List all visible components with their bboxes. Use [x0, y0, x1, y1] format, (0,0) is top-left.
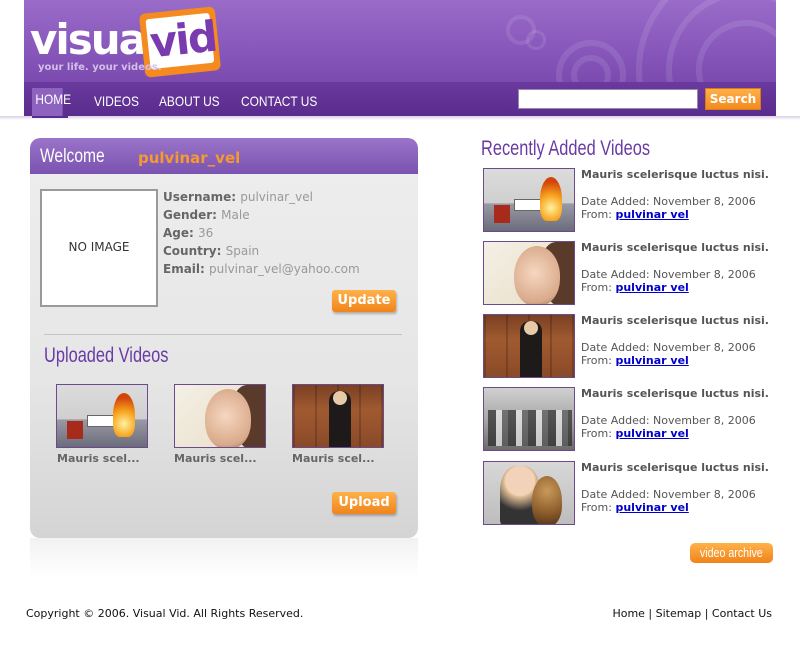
copyright-text: Copyright © 2006. Visual Vid. All Rights… — [26, 607, 304, 620]
recent-video-title[interactable]: Mauris scelerisque luctus nisi. — [581, 241, 771, 254]
recent-video-thumb[interactable] — [483, 387, 575, 451]
footer-links: Home | Sitemap | Contact Us — [612, 607, 772, 620]
recent-video-title[interactable]: Mauris scelerisque luctus nisi. — [581, 314, 771, 327]
uploaded-video-thumb[interactable] — [292, 384, 384, 448]
recent-video-from: From: pulvinar vel — [581, 354, 689, 367]
search-button[interactable]: Search — [705, 88, 761, 110]
recent-video-item: Mauris scelerisque luctus nisi. Date Add… — [483, 168, 783, 234]
upload-button[interactable]: Upload — [332, 492, 396, 514]
welcome-panel: Welcome pulvinar_vel NO IMAGE Username: … — [30, 138, 418, 538]
recent-video-date: Date Added: November 8, 2006 — [581, 414, 756, 427]
uploaded-video-thumb[interactable] — [174, 384, 266, 448]
recent-video-item: Mauris scelerisque luctus nisi. Date Add… — [483, 387, 783, 453]
recent-video-date: Date Added: November 8, 2006 — [581, 195, 756, 208]
recent-video-title[interactable]: Mauris scelerisque luctus nisi. — [581, 461, 771, 474]
profile-country: Country: Spain — [163, 244, 260, 258]
footer-contact-link[interactable]: Contact Us — [712, 607, 772, 620]
nav-home[interactable]: HOME — [32, 88, 71, 116]
recent-video-thumb[interactable] — [483, 168, 575, 232]
logo-vid-text: vid — [147, 11, 219, 68]
update-button[interactable]: Update — [332, 290, 396, 312]
uploader-link[interactable]: pulvinar vel — [615, 427, 688, 440]
recent-video-thumb[interactable] — [483, 461, 575, 525]
profile-age: Age: 36 — [163, 226, 214, 240]
recent-video-from: From: pulvinar vel — [581, 281, 689, 294]
footer-sitemap-link[interactable]: Sitemap — [656, 607, 702, 620]
nav-videos[interactable]: VIDEOS — [94, 90, 139, 112]
nav-about-us[interactable]: ABOUT US — [159, 90, 220, 112]
recent-video-item: Mauris scelerisque luctus nisi. Date Add… — [483, 461, 783, 527]
nav-contact-us[interactable]: CONTACT US — [241, 90, 317, 112]
recent-videos-title: Recently Added Videos — [481, 137, 651, 160]
uploader-link[interactable]: pulvinar vel — [615, 501, 688, 514]
uploaded-video-caption[interactable]: Mauris scel... — [292, 452, 375, 465]
welcome-header: Welcome pulvinar_vel — [30, 138, 418, 174]
search-input[interactable] — [518, 89, 698, 109]
recent-video-thumb[interactable] — [483, 241, 575, 305]
recent-video-from: From: pulvinar vel — [581, 208, 689, 221]
profile-image-placeholder: NO IMAGE — [40, 189, 158, 307]
recent-video-thumb[interactable] — [483, 314, 575, 378]
recent-video-item: Mauris scelerisque luctus nisi. Date Add… — [483, 241, 783, 307]
profile-gender: Gender: Male — [163, 208, 250, 222]
recent-video-from: From: pulvinar vel — [581, 427, 689, 440]
uploader-link[interactable]: pulvinar vel — [615, 354, 688, 367]
logo-tagline: your life. your videos. — [38, 62, 162, 73]
uploader-link[interactable]: pulvinar vel — [615, 208, 688, 221]
recent-video-item: Mauris scelerisque luctus nisi. Date Add… — [483, 314, 783, 380]
welcome-title: Welcome — [40, 146, 105, 167]
uploaded-video-thumb[interactable] — [56, 384, 148, 448]
video-archive-button[interactable]: video archive — [690, 543, 773, 563]
recent-video-date: Date Added: November 8, 2006 — [581, 488, 756, 501]
panel-divider — [44, 334, 402, 335]
uploaded-video-caption[interactable]: Mauris scel... — [174, 452, 257, 465]
recent-video-title[interactable]: Mauris scelerisque luctus nisi. — [581, 168, 771, 181]
uploader-link[interactable]: pulvinar vel — [615, 281, 688, 294]
recent-video-date: Date Added: November 8, 2006 — [581, 341, 756, 354]
recent-video-date: Date Added: November 8, 2006 — [581, 268, 756, 281]
recent-video-title[interactable]: Mauris scelerisque luctus nisi. — [581, 387, 771, 400]
logo-visual-text: visual — [30, 15, 159, 64]
recent-video-from: From: pulvinar vel — [581, 501, 689, 514]
profile-username: Username: pulvinar_vel — [163, 190, 313, 204]
uploaded-video-caption[interactable]: Mauris scel... — [57, 452, 140, 465]
uploaded-videos-title: Uploaded Videos — [44, 344, 169, 367]
welcome-username: pulvinar_vel — [138, 149, 241, 167]
site-header: visual vid your life. your videos. HOME … — [0, 0, 800, 120]
profile-email: Email: pulvinar_vel@yahoo.com — [163, 262, 360, 276]
footer-home-link[interactable]: Home — [612, 607, 644, 620]
